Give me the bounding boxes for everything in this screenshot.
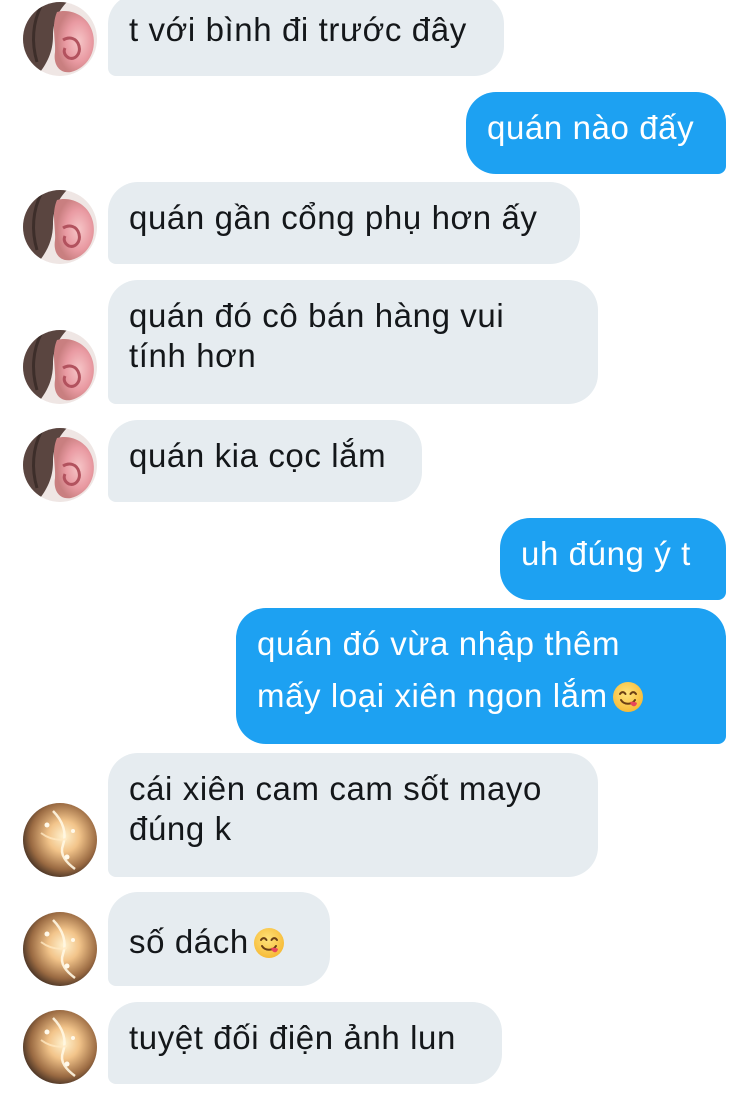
message-bubble[interactable]: tuyệt đối điện ảnh lun [108,1002,502,1084]
message-text: quán kia cọc lắm [129,437,387,474]
avatar-photo-icon [23,912,97,986]
message-text-line: quán đó cô bán hàng vui [129,297,505,334]
chat-thread[interactable]: t với bình đi trước đây quán nào đấy quá… [0,0,750,1093]
message-text-segment: mấy loại xiên ngon lắm [257,677,608,714]
message-bubble[interactable]: quán gần cổng phụ hơn ấy [108,182,580,264]
message-bubble[interactable]: quán nào đấy [466,92,726,174]
avatar-photo-icon [23,428,97,502]
message-text: quán nào đấy [487,109,695,146]
avatar-photo-icon [23,330,97,404]
message-text-line: tính hơn [129,337,257,374]
message-bubble[interactable]: t với bình đi trước đây [108,0,504,76]
message-text: quán gần cổng phụ hơn ấy [129,199,538,236]
contact-avatar[interactable] [23,1010,97,1084]
message-bubble[interactable]: quán đó cô bán hàng vui tính hơn [108,280,598,404]
contact-avatar[interactable] [23,428,97,502]
contact-avatar[interactable] [23,912,97,986]
message-text-line: mấy loại xiên ngon lắm [257,676,704,716]
avatar-photo-icon [23,2,97,76]
message-bubble[interactable]: uh đúng ý t [500,518,726,600]
message-bubble[interactable]: số dách [108,892,330,986]
avatar-photo-icon [23,190,97,264]
contact-avatar[interactable] [23,803,97,877]
message-text-segment: số dách [129,923,249,960]
savoring-face-emoji-icon [612,681,644,713]
avatar-photo-icon [23,1010,97,1084]
savoring-face-emoji-icon [253,927,285,959]
avatar-photo-icon [23,803,97,877]
message-text-line: cái xiên cam cam sốt mayo [129,770,542,807]
message-text-line: đúng k [129,810,232,847]
message-text: uh đúng ý t [521,535,691,572]
message-bubble[interactable]: cái xiên cam cam sốt mayo đúng k [108,753,598,877]
message-text: t với bình đi trước đây [129,11,467,48]
message-bubble[interactable]: quán kia cọc lắm [108,420,422,502]
message-text: số dách [129,922,308,962]
contact-avatar[interactable] [23,330,97,404]
contact-avatar[interactable] [23,2,97,76]
message-text-line: quán đó vừa nhập thêm [257,625,621,662]
message-bubble[interactable]: quán đó vừa nhập thêm mấy loại xiên ngon… [236,608,726,744]
contact-avatar[interactable] [23,190,97,264]
message-text: tuyệt đối điện ảnh lun [129,1019,456,1056]
